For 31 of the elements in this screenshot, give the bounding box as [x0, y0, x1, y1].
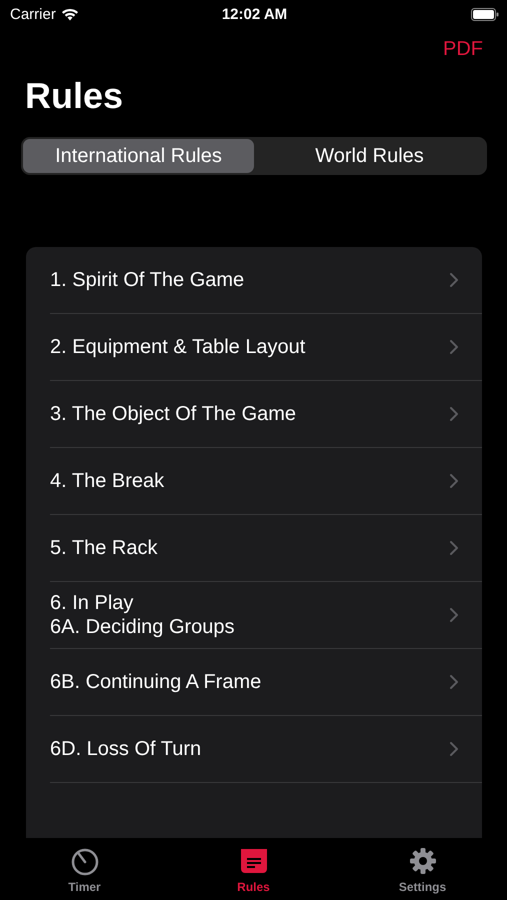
status-time: 12:02 AM	[220, 6, 288, 22]
rule-title[interactable]: 4. The Break	[50, 469, 450, 493]
rule-title[interactable]: 6B. Continuing A Frame	[50, 670, 450, 694]
pdf-button[interactable]: PDF	[443, 38, 483, 61]
segment-tab[interactable]: World Rules	[254, 139, 485, 173]
rule-title[interactable]: 5. The Rack	[50, 536, 450, 560]
wifi-icon	[60, 8, 79, 20]
tab-bar-item[interactable]: Rules	[169, 838, 338, 900]
battery-icon	[471, 8, 499, 20]
rule-title[interactable]: 3. The Object Of The Game	[50, 402, 450, 426]
rule-title[interactable]: 6. In Play	[50, 591, 450, 615]
rule-title[interactable]: 6D. Loss Of Turn	[50, 737, 450, 761]
tab-bar-item[interactable]: Settings	[338, 838, 507, 900]
chevron-icon	[450, 608, 458, 622]
page-title: Rules	[25, 75, 124, 117]
settings-icon	[408, 846, 438, 876]
chevron-icon	[450, 273, 458, 287]
rule-title[interactable]: 1. Spirit Of The Game	[50, 268, 450, 292]
rule-title[interactable]: 2. Equipment & Table Layout	[50, 335, 450, 359]
document-icon	[238, 846, 268, 876]
tab-bar-item[interactable]: Timer	[0, 838, 169, 900]
carrier-label: Carrier	[10, 6, 56, 22]
chevron-icon	[450, 474, 458, 488]
rule-title[interactable]: 6A. Deciding Groups	[50, 615, 450, 639]
chevron-icon	[450, 675, 458, 689]
chevron-icon	[450, 541, 458, 555]
chevron-icon	[450, 407, 458, 421]
segment-tab[interactable]: International Rules	[23, 139, 254, 173]
chevron-icon	[450, 742, 458, 756]
stopwatch-icon	[70, 846, 100, 876]
chevron-icon	[450, 340, 458, 354]
